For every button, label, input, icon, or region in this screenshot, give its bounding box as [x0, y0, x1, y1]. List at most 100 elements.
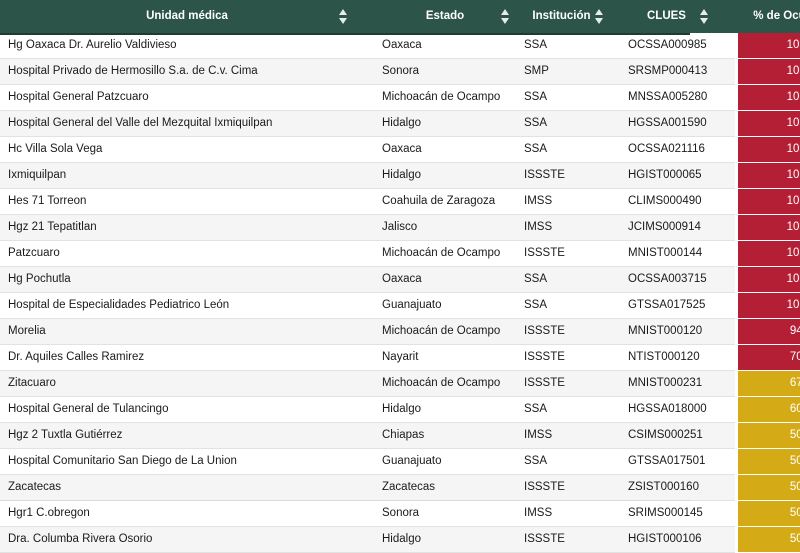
column-header-label: Institución: [532, 9, 591, 22]
table-row[interactable]: Hgz 2 Tuxtla Gutiérrez Chiapas IMSS CSIMS00…: [0, 422, 800, 449]
column-header-label: Estado: [425, 9, 465, 22]
cell-clues: GTSSA017501: [620, 448, 736, 475]
table-header: Unidad médica Estado Institución CLUES %…: [0, 0, 800, 33]
cell-estado: Nayarit: [374, 344, 516, 371]
cell-institucion: SSA: [516, 110, 620, 137]
cell-institucion: IMSS: [516, 422, 620, 449]
cell-estado: Coahuila de Zaragoza: [374, 188, 516, 215]
cell-ocupacion: 50: [734, 500, 800, 527]
table-row[interactable]: Hg PochutlaOaxacaSSAOCSSA003715100: [0, 266, 800, 293]
table-row[interactable]: ZacatecasZacatecasISSSTEZSIST00016050: [0, 474, 800, 501]
column-header-clues[interactable]: CLUES: [620, 0, 736, 33]
cell-estado: Jalisco: [374, 214, 516, 241]
table-row[interactable]: Hes 71 Torreon Coahuila de Zaragoza IMSS CL…: [0, 188, 800, 215]
cell-ocupacion: 100: [734, 136, 800, 163]
table-row[interactable]: IxmiquilpanHidalgoISSSTEHGIST000065100: [0, 162, 800, 189]
table-bottom-rule: [0, 500, 690, 501]
cell-clues: SRIMS000145: [620, 500, 736, 527]
cell-estado: Michoacán de Ocampo: [374, 240, 516, 267]
table-row[interactable]: Hc Villa Sola Vega Oaxaca SSA OCSSA021116 10…: [0, 136, 800, 163]
cell-unidad-medica: Zitacuaro: [0, 370, 374, 397]
sort-both-icon-institucion[interactable]: [594, 8, 604, 25]
table-row[interactable]: Hospital General Patzcuaro Michoacán de O…: [0, 84, 800, 111]
cell-institucion: SSA: [516, 448, 620, 475]
sort-both-icon-clues[interactable]: [699, 8, 709, 25]
table-row[interactable]: Patzcuaro Michoacán de Ocampo ISSSTE MNIST0…: [0, 240, 800, 267]
sort-both-icon-estado[interactable]: [501, 8, 510, 25]
column-header-inner: % de Ocupación: [742, 10, 800, 23]
cell-unidad-medica: Hes 71 Torreon: [0, 188, 374, 215]
table-row[interactable]: Hospital General del Valle del Mezquital…: [0, 110, 800, 137]
cell-institucion: SMP: [516, 58, 620, 85]
cell-unidad-medica: Hc Villa Sola Vega: [0, 136, 374, 163]
cell-clues: MNSSA005280: [620, 84, 736, 111]
cell-ocupacion: 100: [734, 162, 800, 189]
cell-estado: Zacatecas: [374, 474, 516, 501]
cell-institucion: ISSSTE: [516, 318, 620, 345]
cell-clues: CLIMS000490: [620, 188, 736, 215]
cell-clues: MNIST000231: [620, 370, 736, 397]
table-body: Hg Oaxaca Dr. Aurelio Valdivieso Oaxaca SS…: [0, 33, 800, 553]
cell-institucion: ISSSTE: [516, 370, 620, 397]
cell-ocupacion: 100: [734, 240, 800, 267]
cell-ocupacion: 100: [734, 84, 800, 111]
cell-institucion: SSA: [516, 266, 620, 293]
cell-unidad-medica: Hgz 2 Tuxtla Gutiérrez: [0, 422, 374, 449]
cell-institucion: ISSSTE: [516, 344, 620, 371]
cell-estado: Oaxaca: [374, 33, 516, 59]
cell-unidad-medica: Hg Pochutla: [0, 266, 374, 293]
cell-unidad-medica: Patzcuaro: [0, 240, 374, 267]
table-row[interactable]: Hgz 21 Tepatitlan Jalisco IMSS JCIMS000914 1…: [0, 214, 800, 241]
column-header-ocupacion[interactable]: % de Ocupación: [736, 0, 800, 33]
cell-ocupacion: 100: [734, 292, 800, 319]
cell-estado: Oaxaca: [374, 136, 516, 163]
table-row[interactable]: Dra. Columba Rivera Osorio Hidalgo ISSSTE H…: [0, 526, 800, 553]
cell-ocupacion: 50: [734, 526, 800, 553]
cell-estado: Chiapas: [374, 422, 516, 449]
table-row[interactable]: Dr. Aquiles Calles Ramirez Nayarit ISSSTE N…: [0, 344, 800, 371]
occupancy-table-panel: Unidad médica Estado Institución CLUES %…: [0, 0, 800, 553]
cell-estado: Hidalgo: [374, 110, 516, 137]
table-row[interactable]: Hospital de Especialidades Pediatrico Le…: [0, 292, 800, 319]
cell-unidad-medica: Dra. Columba Rivera Osorio: [0, 526, 374, 553]
cell-ocupacion: 100: [734, 58, 800, 85]
sort-both-icon-unidad-medica[interactable]: [339, 8, 348, 25]
cell-estado: Oaxaca: [374, 266, 516, 293]
cell-estado: Guanajuato: [374, 448, 516, 475]
table-header-row: Unidad médica Estado Institución CLUES %…: [0, 0, 800, 33]
table-row[interactable]: Hospital Privado de Hermosillo S.a. de C…: [0, 58, 800, 85]
column-header-unidad-medica[interactable]: Unidad médica: [0, 0, 374, 33]
cell-estado: Michoacán de Ocampo: [374, 84, 516, 111]
cell-institucion: SSA: [516, 33, 620, 59]
column-header-estado[interactable]: Estado: [374, 0, 516, 33]
table-row[interactable]: Hospital Comunitario San Diego de La Uni…: [0, 448, 800, 475]
occupancy-table: Unidad médica Estado Institución CLUES %…: [0, 0, 800, 553]
column-header-label: Unidad médica: [146, 9, 228, 22]
cell-ocupacion: 50: [734, 474, 800, 501]
column-header-institucion[interactable]: Institución: [516, 0, 620, 33]
cell-clues: HGSSA018000: [620, 396, 736, 423]
cell-clues: HGIST000065: [620, 162, 736, 189]
cell-clues: MNIST000120: [620, 318, 736, 345]
cell-institucion: IMSS: [516, 214, 620, 241]
cell-clues: OCSSA021116: [620, 136, 736, 163]
cell-estado: Hidalgo: [374, 162, 516, 189]
cell-ocupacion: 60: [734, 396, 800, 423]
table-row[interactable]: Morelia Michoacán de Ocampo ISSSTE MNIST000…: [0, 318, 800, 345]
cell-clues: JCIMS000914: [620, 214, 736, 241]
cell-clues: NTIST000120: [620, 344, 736, 371]
table-row[interactable]: Hgr1 C.obregonSonoraIMSSSRIMS00014550: [0, 500, 800, 527]
table-row[interactable]: Zitacuaro Michoacán de Ocampo ISSSTE MNIST0…: [0, 370, 800, 397]
cell-estado: Sonora: [374, 58, 516, 85]
cell-unidad-medica: Hospital General del Valle del Mezquital…: [0, 110, 374, 137]
cell-unidad-medica: Ixmiquilpan: [0, 162, 374, 189]
cell-ocupacion: 50: [734, 422, 800, 449]
table-row[interactable]: Hg Oaxaca Dr. Aurelio Valdivieso Oaxaca SS…: [0, 33, 800, 59]
cell-unidad-medica: Hgr1 C.obregon: [0, 500, 374, 527]
cell-institucion: ISSSTE: [516, 162, 620, 189]
cell-unidad-medica: Morelia: [0, 318, 374, 345]
table-row[interactable]: Hospital General de Tulancingo Hidalgo SSA…: [0, 396, 800, 423]
cell-ocupacion: 94: [734, 318, 800, 345]
cell-unidad-medica: Hospital de Especialidades Pediatrico Le…: [0, 292, 374, 319]
cell-institucion: SSA: [516, 84, 620, 111]
